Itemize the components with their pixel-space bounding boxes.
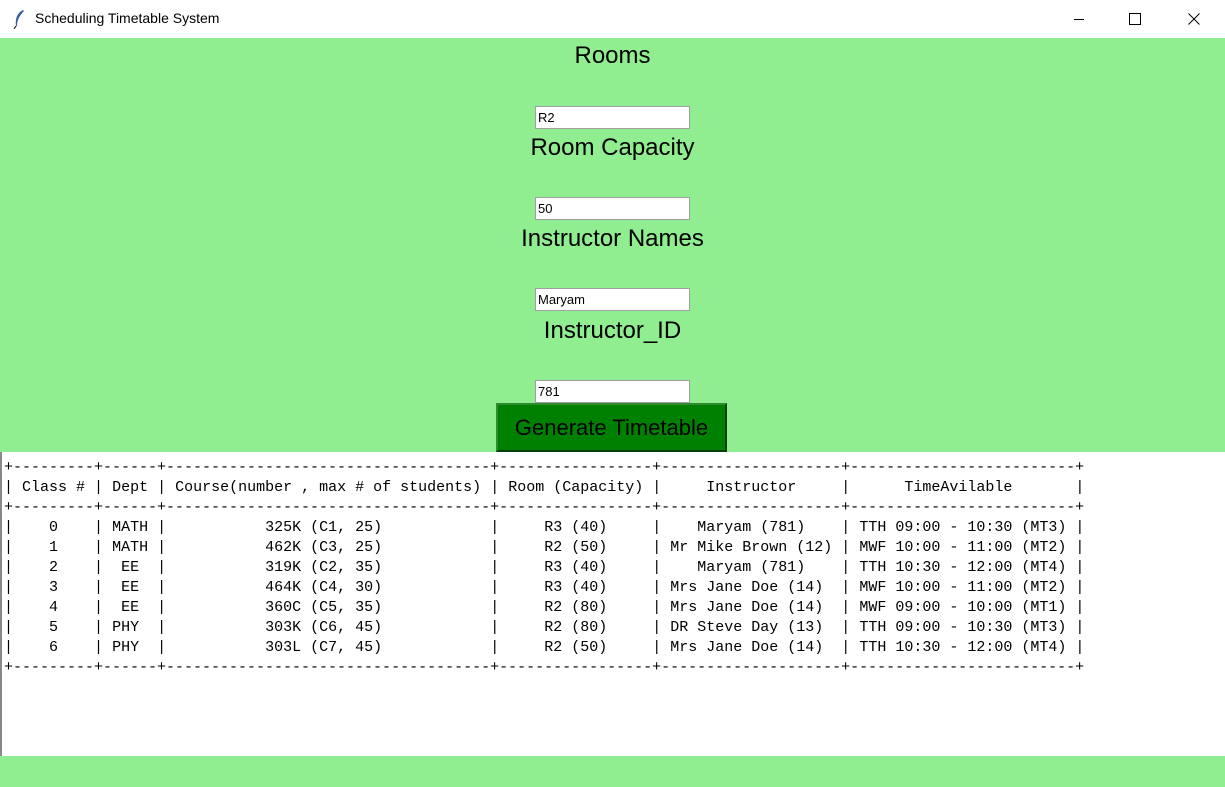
maximize-button[interactable] <box>1107 0 1163 38</box>
table-cell: 462K (C3, 25) <box>265 539 383 556</box>
input-form-panel: Rooms Room Capacity Instructor Names Ins… <box>0 38 1225 452</box>
table-row: | 3 | EE | 464K (C4, 30) | R3 (40) | Mrs… <box>4 579 1085 596</box>
table-cell: EE <box>121 579 140 596</box>
table-cell: MWF 09:00 - 10:00 (MT1) <box>859 599 1067 616</box>
timetable-output[interactable]: +---------+------+----------------------… <box>0 452 1225 756</box>
table-cell: R2 (50) <box>544 639 608 656</box>
table-cell: 325K (C1, 25) <box>265 519 383 536</box>
room-capacity-input[interactable] <box>535 197 690 220</box>
table-cell: 360C (C5, 35) <box>265 599 383 616</box>
generate-timetable-button[interactable]: Generate Timetable <box>496 403 727 452</box>
close-button[interactable] <box>1166 0 1222 38</box>
rooms-input[interactable] <box>535 106 690 129</box>
instructor-names-input[interactable] <box>535 288 690 311</box>
table-cell: 303L (C7, 45) <box>265 639 383 656</box>
header-row: | Class # | Dept | Course(number , max #… <box>4 479 1085 496</box>
table-row: | 6 | PHY | 303L (C7, 45) | R2 (50) | Mr… <box>4 639 1085 656</box>
table-cell: EE <box>121 559 140 576</box>
table-cell: 2 <box>49 559 59 576</box>
table-cell: R3 (40) <box>544 579 608 596</box>
room-capacity-label: Room Capacity <box>530 134 695 161</box>
maximize-icon <box>1129 13 1141 25</box>
table-cell: DR Steve Day (13) <box>670 619 824 636</box>
table-cell: TTH 10:30 - 12:00 (MT4) <box>859 559 1067 576</box>
table-cell: 1 <box>49 539 59 556</box>
table-cell: 464K (C4, 30) <box>265 579 383 596</box>
header-cell: Course(number , max # of students) <box>175 479 482 496</box>
table-cell: PHY <box>112 639 140 656</box>
header-cell: TimeAvilable <box>904 479 1013 496</box>
table-cell: MWF 10:00 - 11:00 (MT2) <box>859 579 1067 596</box>
rooms-label: Rooms <box>574 42 651 69</box>
table-cell: Mrs Jane Doe (14) <box>670 599 824 616</box>
timetable-table: +---------+------+----------------------… <box>4 459 1085 676</box>
close-icon <box>1188 13 1200 25</box>
table-row: | 5 | PHY | 303K (C6, 45) | R2 (80) | DR… <box>4 619 1085 636</box>
table-cell: Maryam (781) <box>697 559 806 576</box>
header-cell: Instructor <box>706 479 797 496</box>
table-cell: 4 <box>49 599 59 616</box>
table-cell: 0 <box>49 519 59 536</box>
minimize-button[interactable] <box>1051 0 1107 38</box>
table-cell: R2 (80) <box>544 619 608 636</box>
table-cell: MATH <box>112 519 149 536</box>
table-cell: TTH 10:30 - 12:00 (MT4) <box>859 639 1067 656</box>
table-cell: Mrs Jane Doe (14) <box>670 639 824 656</box>
table-cell: Mr Mike Brown (12) <box>670 539 833 556</box>
table-cell: 5 <box>49 619 59 636</box>
instructor-names-label: Instructor Names <box>521 225 704 252</box>
instructor-id-input[interactable] <box>535 380 690 403</box>
table-cell: TTH 09:00 - 10:30 (MT3) <box>859 619 1067 636</box>
table-cell: EE <box>121 599 140 616</box>
minimize-icon <box>1074 19 1084 20</box>
table-cell: Mrs Jane Doe (14) <box>670 579 824 596</box>
table-row: | 2 | EE | 319K (C2, 35) | R3 (40) | Mar… <box>4 559 1085 576</box>
table-cell: R3 (40) <box>544 559 608 576</box>
table-cell: 6 <box>49 639 59 656</box>
table-cell: MWF 10:00 - 11:00 (MT2) <box>859 539 1067 556</box>
header-cell: Class # <box>22 479 86 496</box>
table-cell: MATH <box>112 539 149 556</box>
table-cell: R2 (80) <box>544 599 608 616</box>
table-cell: 303K (C6, 45) <box>265 619 383 636</box>
table-cell: 3 <box>49 579 59 596</box>
footer-bar <box>0 756 1225 787</box>
table-row: | 0 | MATH | 325K (C1, 25) | R3 (40) | M… <box>4 519 1085 536</box>
table-cell: PHY <box>112 619 140 636</box>
table-cell: TTH 09:00 - 10:30 (MT3) <box>859 519 1067 536</box>
header-cell: Room (Capacity) <box>508 479 644 496</box>
table-cell: R2 (50) <box>544 539 608 556</box>
window-title: Scheduling Timetable System <box>35 10 220 26</box>
instructor-id-label: Instructor_ID <box>543 317 682 344</box>
table-row: | 4 | EE | 360C (C5, 35) | R2 (80) | Mrs… <box>4 599 1085 616</box>
table-row: | 1 | MATH | 462K (C3, 25) | R2 (50) | M… <box>4 539 1085 556</box>
title-bar: Scheduling Timetable System <box>0 0 1225 38</box>
table-cell: 319K (C2, 35) <box>265 559 383 576</box>
header-cell: Dept <box>112 479 149 496</box>
table-cell: R3 (40) <box>544 519 608 536</box>
table-cell: Maryam (781) <box>697 519 806 536</box>
feather-icon <box>13 10 24 29</box>
